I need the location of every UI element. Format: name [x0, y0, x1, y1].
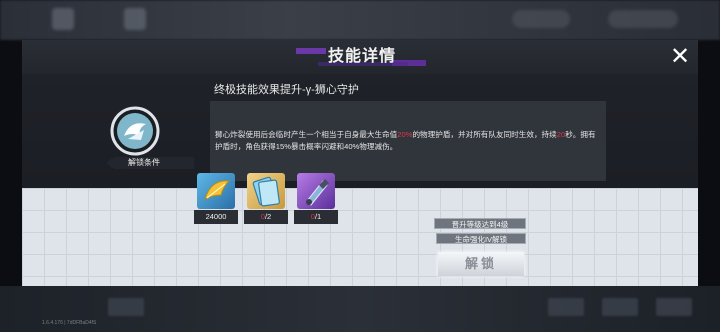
unlock-conditions-label: 解锁条件 — [114, 157, 194, 169]
item-count-value: 24000 — [205, 212, 227, 221]
purple-crystal-icon — [306, 179, 329, 206]
title-wrap: 技能详情 — [296, 46, 426, 68]
currency-pill — [608, 10, 678, 28]
unlock-condition: 晋升等级达到4级 — [434, 218, 526, 229]
unlock-condition: 生命强化IV解锁 — [436, 233, 526, 244]
item-frame — [297, 173, 335, 209]
modal-title: 技能详情 — [327, 48, 396, 65]
unlock-item-crystal[interactable]: 0/1 — [294, 173, 338, 225]
desc-value-highlight: 20 — [556, 130, 566, 139]
bg-button — [108, 298, 144, 316]
version-text: 1.6.4.176 | 7dDFBaD4fS — [42, 320, 97, 326]
unlock-button[interactable]: 解锁 — [438, 252, 524, 276]
bg-button — [656, 298, 692, 316]
item-need: /1 — [314, 212, 322, 221]
skill-emblem-icon — [110, 106, 160, 156]
skill-description: 狮心炸裂使用后会临时产生一个相当于自身最大生命值20%的物理护盾，并对所有队友同… — [215, 129, 601, 153]
unlock-item-gold[interactable]: 24000 — [194, 173, 238, 225]
skill-name: 终极技能效果提升-γ-狮心守护 — [214, 84, 359, 96]
desc-text: 的物理护盾，并对所有队友同时生效，持续 — [412, 130, 557, 139]
unlock-item-card[interactable]: 0/2 — [244, 173, 288, 225]
item-count: 0/1 — [294, 210, 338, 224]
currency-pill — [512, 10, 570, 28]
skill-description-box: 狮心炸裂使用后会临时产生一个相当于自身最大生命值20%的物理护盾，并对所有队友同… — [210, 101, 606, 181]
item-count: 24000 — [194, 210, 238, 224]
item-frame — [197, 173, 235, 209]
bg-button — [548, 298, 584, 316]
item-need: /2 — [264, 212, 272, 221]
item-count: 0/2 — [244, 210, 288, 224]
headset-icon — [124, 8, 146, 30]
back-icon — [52, 8, 74, 30]
skill-card-icon — [252, 176, 280, 207]
desc-text: 狮心炸裂使用后会临时产生一个相当于自身最大生命值 — [215, 130, 398, 139]
modal-header: 技能详情 ✕ — [22, 40, 698, 75]
desc-value-highlight: 20% — [397, 130, 413, 139]
bg-button — [602, 298, 638, 316]
close-icon[interactable]: ✕ — [668, 45, 692, 69]
gold-feather-icon — [204, 180, 231, 200]
unlock-panel — [22, 188, 698, 286]
item-frame — [247, 173, 285, 209]
